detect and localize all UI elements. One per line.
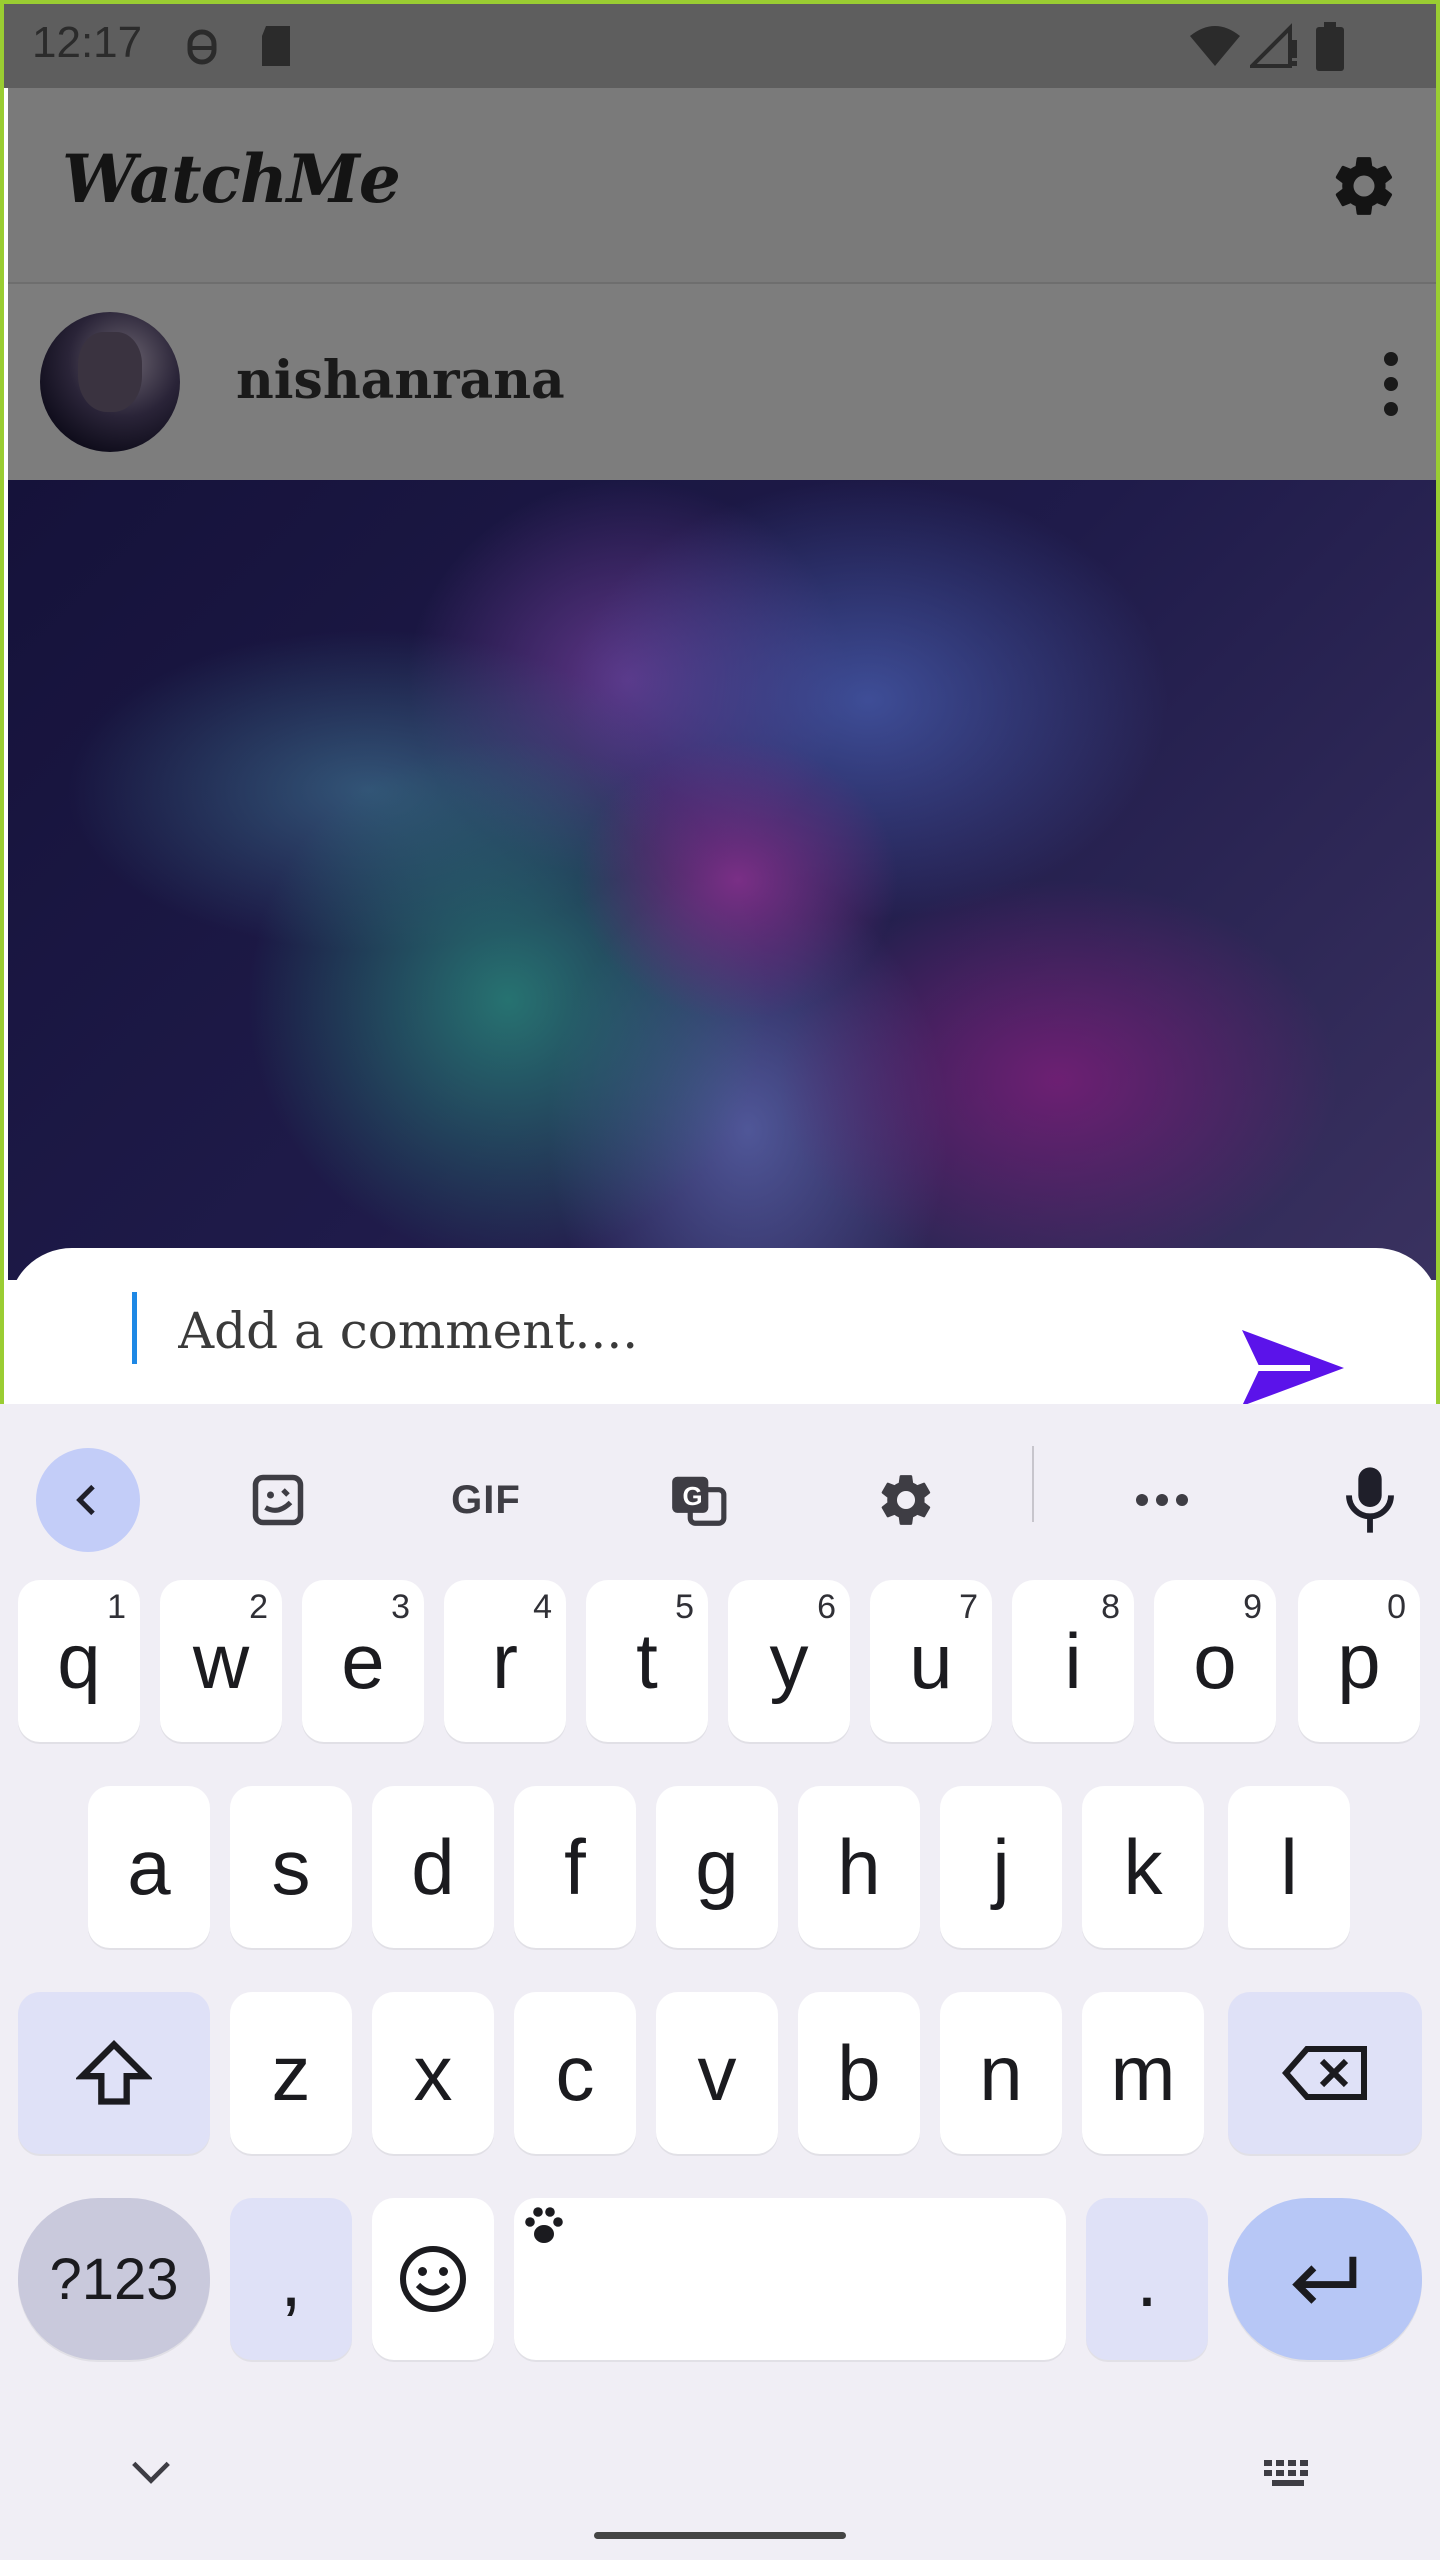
- chevron-down-icon[interactable]: [128, 2458, 174, 2488]
- key-p[interactable]: p0: [1298, 1580, 1420, 1742]
- key-c[interactable]: c: [514, 1992, 636, 2154]
- sd-card-icon: [262, 26, 290, 66]
- toolbar-divider: [1032, 1446, 1034, 1522]
- microphone-icon: [1346, 1467, 1394, 1533]
- battery-icon: [1316, 22, 1344, 71]
- more-options-icon[interactable]: [1380, 352, 1402, 416]
- space-key[interactable]: [514, 2198, 1066, 2360]
- avatar[interactable]: [40, 312, 180, 452]
- send-icon[interactable]: [1238, 1328, 1348, 1404]
- backspace-icon: [1282, 2046, 1367, 2100]
- key-h[interactable]: h: [798, 1786, 920, 1948]
- more-button[interactable]: [1110, 1448, 1214, 1552]
- backspace-key[interactable]: [1228, 1992, 1422, 2154]
- status-bar: 12:17: [4, 4, 1436, 88]
- soft-keyboard: GIF G q1 w2 e3 r4 t5 y6 u7 i8 o9 p0 a s …: [0, 1404, 1440, 2560]
- key-e[interactable]: e3: [302, 1580, 424, 1742]
- comment-sheet: [8, 1248, 1436, 1404]
- comment-input[interactable]: [176, 1290, 1180, 1372]
- keyboard-settings-button[interactable]: [854, 1448, 958, 1552]
- key-n[interactable]: n: [940, 1992, 1062, 2154]
- post-username[interactable]: nishanrana: [236, 350, 565, 411]
- key-a[interactable]: a: [88, 1786, 210, 1948]
- signal-icon: [1250, 23, 1297, 68]
- key-j[interactable]: j: [940, 1786, 1062, 1948]
- period-key[interactable]: .: [1086, 2198, 1208, 2360]
- gif-label: GIF: [451, 1477, 521, 1522]
- post-image: [8, 480, 1436, 1280]
- key-o[interactable]: o9: [1154, 1580, 1276, 1742]
- keyboard-collapse-button[interactable]: [36, 1448, 140, 1552]
- key-r[interactable]: r4: [444, 1580, 566, 1742]
- sticker-icon: [252, 1474, 304, 1526]
- enter-icon: [1292, 2256, 1357, 2304]
- key-u[interactable]: u7: [870, 1580, 992, 1742]
- emoji-key[interactable]: [372, 2198, 494, 2360]
- key-k[interactable]: k: [1082, 1786, 1204, 1948]
- chevron-left-icon: [76, 1484, 95, 1516]
- key-l[interactable]: l: [1228, 1786, 1350, 1948]
- key-f[interactable]: f: [514, 1786, 636, 1948]
- paw-icon: [525, 2207, 563, 2243]
- app-screen: 12:17 WatchMe nishanrana: [0, 0, 1440, 1404]
- emoji-icon: [400, 2246, 466, 2312]
- wifi-icon: [1190, 26, 1240, 66]
- translate-button[interactable]: G: [646, 1448, 750, 1552]
- key-m[interactable]: m: [1082, 1992, 1204, 2154]
- keyboard-switch-icon[interactable]: [1262, 2458, 1318, 2494]
- key-q[interactable]: q1: [18, 1580, 140, 1742]
- post-header: nishanrana: [8, 284, 1436, 480]
- key-z[interactable]: z: [230, 1992, 352, 2154]
- gif-button[interactable]: GIF: [434, 1448, 538, 1552]
- svg-text:G: G: [683, 1483, 703, 1511]
- gesture-nav-handle[interactable]: [594, 2532, 846, 2539]
- key-w[interactable]: w2: [160, 1580, 282, 1742]
- translate-icon: G: [672, 1476, 727, 1526]
- text-cursor: [132, 1292, 137, 1364]
- key-g[interactable]: g: [656, 1786, 778, 1948]
- key-y[interactable]: y6: [728, 1580, 850, 1742]
- voice-input-button[interactable]: [1318, 1448, 1422, 1552]
- key-b[interactable]: b: [798, 1992, 920, 2154]
- key-d[interactable]: d: [372, 1786, 494, 1948]
- comma-key[interactable]: ,: [230, 2198, 352, 2360]
- key-v[interactable]: v: [656, 1992, 778, 2154]
- symbols-key[interactable]: ?123: [18, 2198, 210, 2360]
- gear-icon: [881, 1475, 931, 1525]
- status-time: 12:17: [32, 18, 143, 67]
- key-t[interactable]: t5: [586, 1580, 708, 1742]
- key-x[interactable]: x: [372, 1992, 494, 2154]
- key-i[interactable]: i8: [1012, 1580, 1134, 1742]
- debug-icon: [187, 29, 217, 65]
- enter-key[interactable]: [1228, 2198, 1422, 2360]
- key-s[interactable]: s: [230, 1786, 352, 1948]
- shift-icon: [76, 2040, 152, 2105]
- app-bar: WatchMe: [8, 88, 1436, 284]
- more-horiz-icon: [1136, 1494, 1188, 1506]
- settings-icon[interactable]: [1328, 150, 1400, 222]
- sticker-button[interactable]: [226, 1448, 330, 1552]
- app-logo: WatchMe: [62, 140, 401, 218]
- shift-key[interactable]: [18, 1992, 210, 2154]
